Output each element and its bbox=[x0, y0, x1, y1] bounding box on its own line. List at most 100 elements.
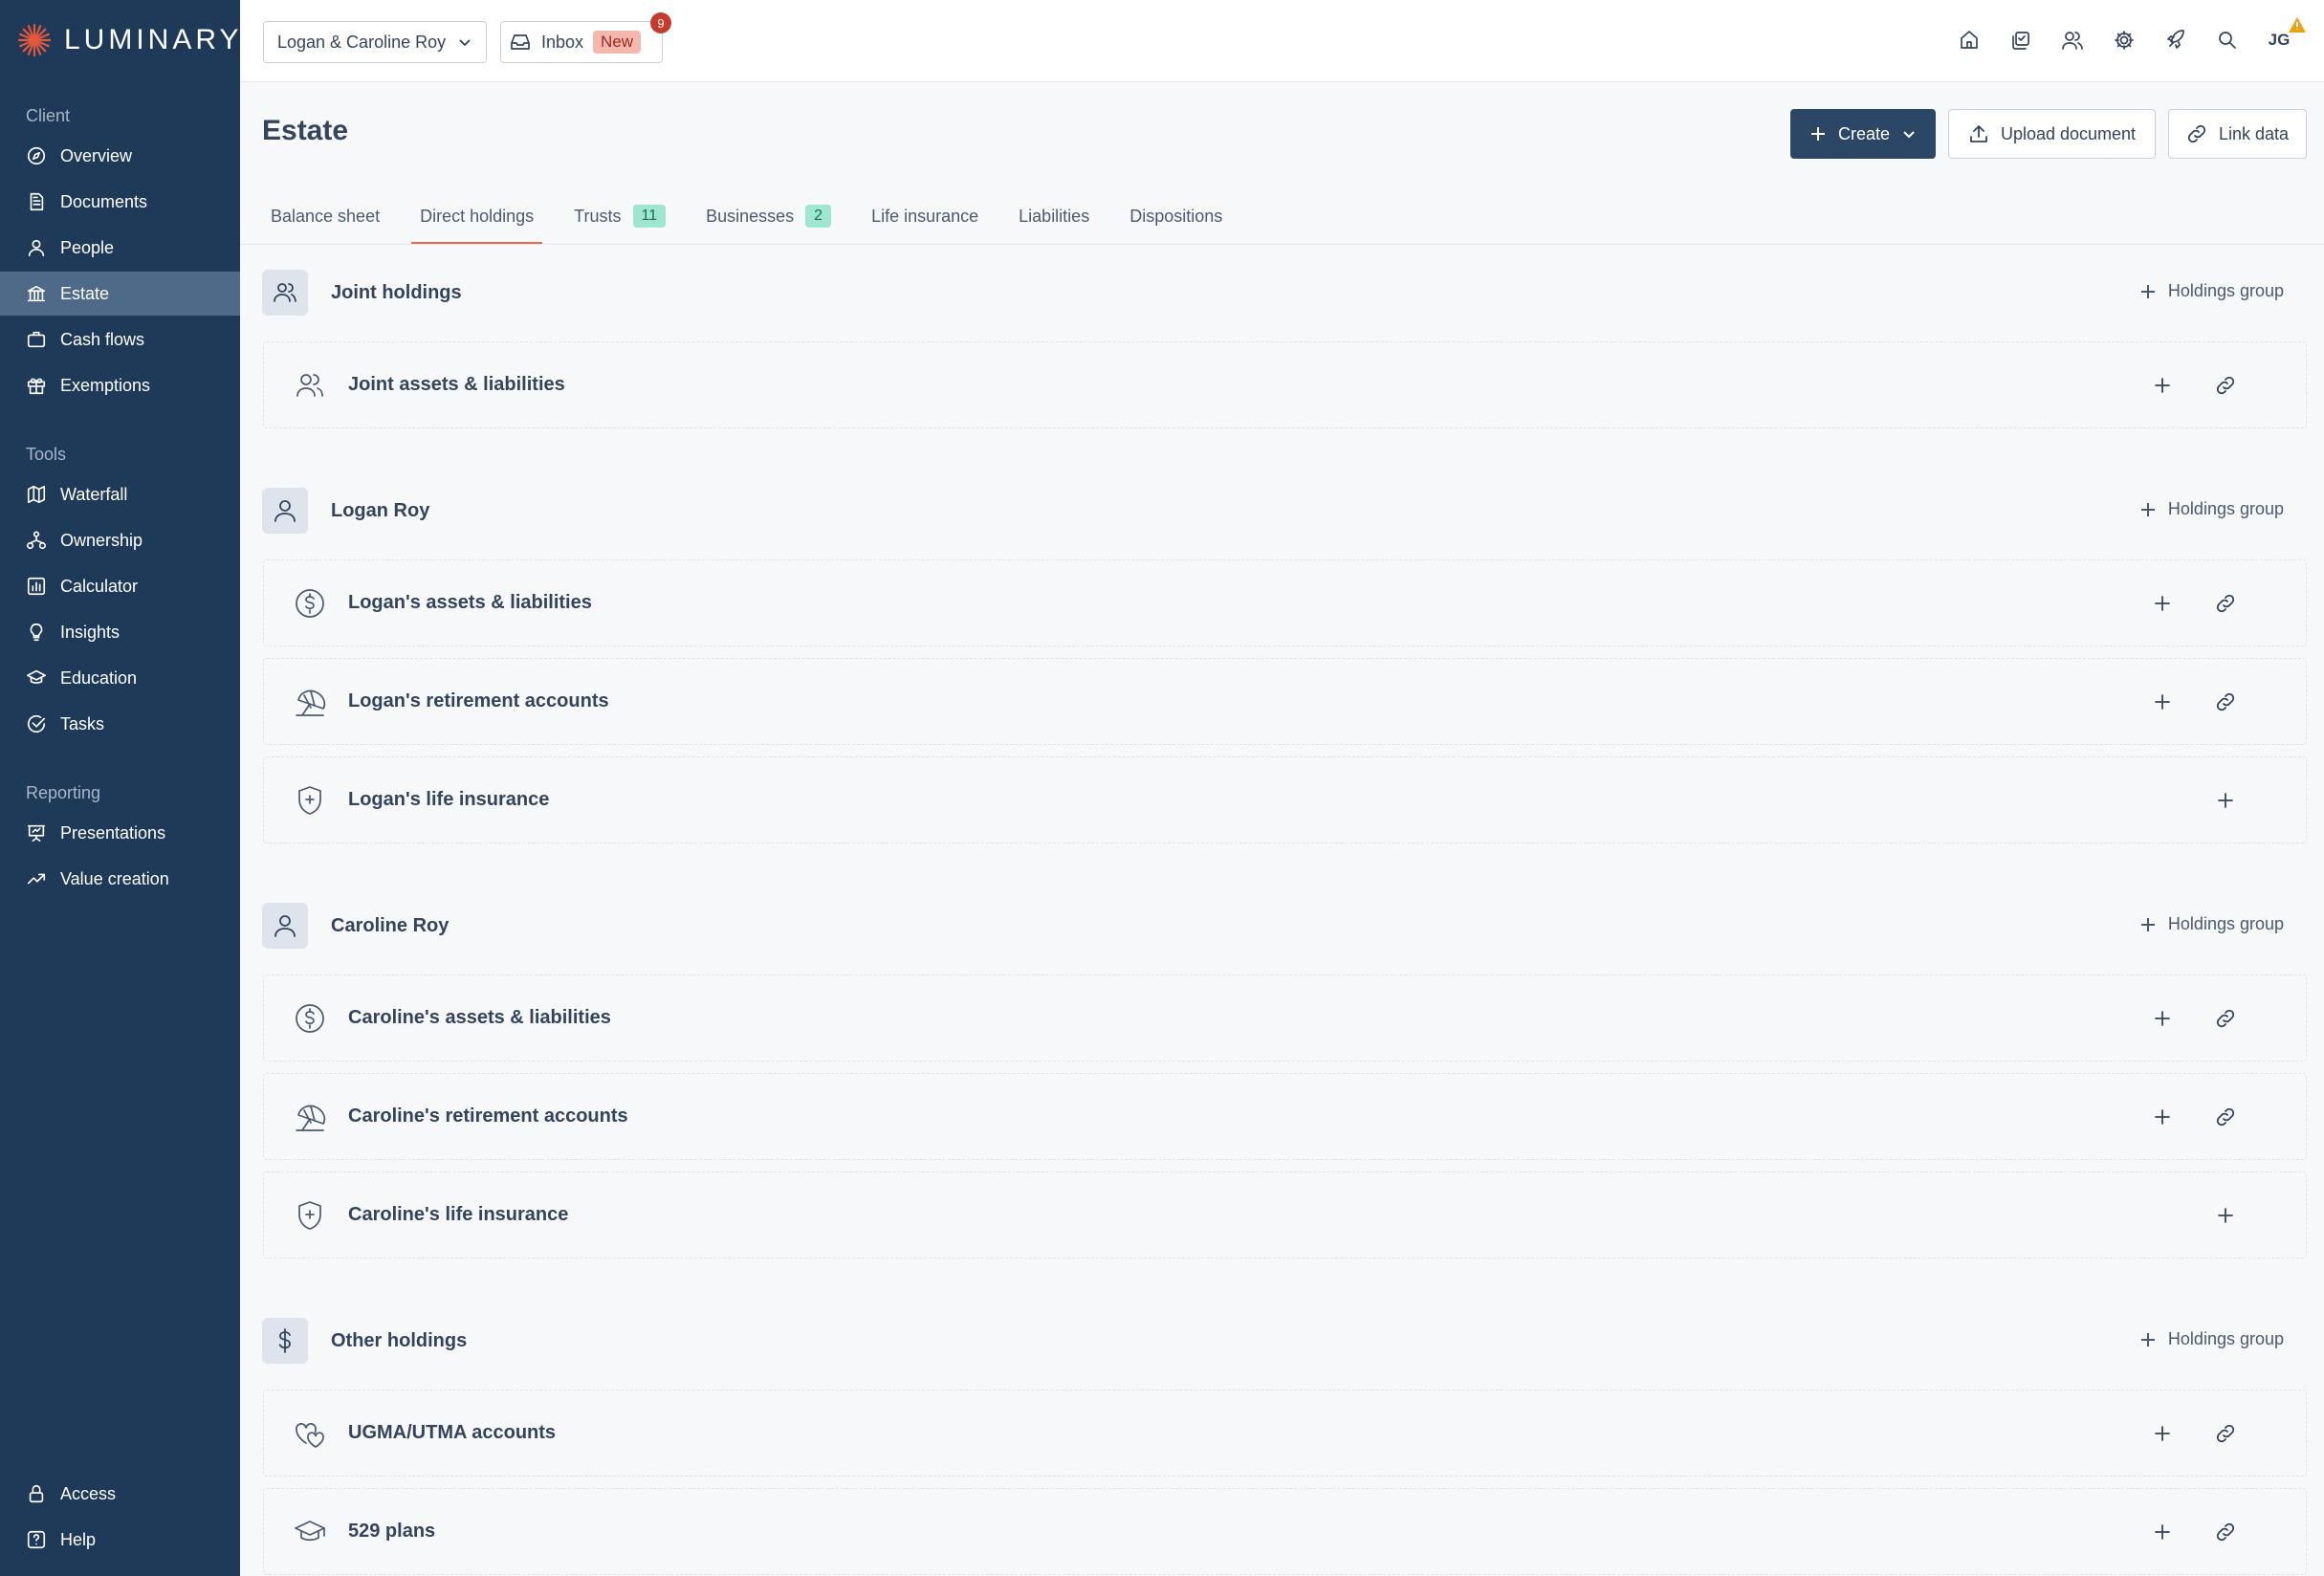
tab-dispositions[interactable]: Dispositions bbox=[1121, 187, 1231, 245]
new-badge: New bbox=[593, 31, 642, 54]
sidebar-item-label: Insights bbox=[60, 622, 121, 642]
sidebar-item-label: Calculator bbox=[60, 576, 139, 596]
inbox-icon bbox=[509, 31, 532, 54]
holding-card[interactable]: UGMA/UTMA accounts bbox=[263, 1390, 2307, 1477]
count-badge: 2 bbox=[805, 205, 832, 228]
add-icon[interactable] bbox=[2149, 1420, 2176, 1447]
luminary-logo[interactable]: LUMINARY bbox=[16, 21, 242, 59]
holding-card[interactable]: Caroline's assets & liabilities bbox=[263, 974, 2307, 1062]
sunburst-icon bbox=[17, 23, 52, 57]
sidebar-item-help[interactable]: Help bbox=[0, 1518, 240, 1562]
link-icon[interactable] bbox=[2212, 1005, 2239, 1032]
link-icon[interactable] bbox=[2212, 1420, 2239, 1447]
holding-card[interactable]: 529 plans bbox=[263, 1488, 2307, 1575]
holding-card[interactable]: Joint assets & liabilities bbox=[263, 341, 2307, 428]
avatar[interactable]: JG bbox=[2263, 17, 2306, 56]
holding-card[interactable]: Logan's retirement accounts bbox=[263, 658, 2307, 745]
sidebar-item-access[interactable]: Access bbox=[0, 1472, 240, 1516]
people-icon[interactable] bbox=[2056, 24, 2089, 56]
card-title: Caroline's assets & liabilities bbox=[348, 1007, 611, 1028]
tab-label: Direct holdings bbox=[420, 206, 535, 226]
sidebar-item-tasks[interactable]: Tasks bbox=[0, 702, 240, 746]
group-name: Joint holdings bbox=[331, 281, 462, 303]
sidebar-item-education[interactable]: Education bbox=[0, 656, 240, 700]
card-title: Caroline's retirement accounts bbox=[348, 1105, 628, 1127]
sidebar-item-label: People bbox=[60, 237, 115, 257]
sidebar-item-people[interactable]: People bbox=[0, 226, 240, 270]
inbox-label: Inbox bbox=[541, 32, 584, 52]
chevron-down-icon bbox=[457, 34, 472, 50]
rocket-icon[interactable] bbox=[2160, 24, 2192, 56]
sidebar-item-estate[interactable]: Estate bbox=[0, 272, 240, 316]
add-holdings-group-button[interactable]: Holdings group bbox=[2139, 281, 2284, 301]
tasks-icon[interactable] bbox=[2005, 24, 2037, 56]
sidebar-item-label: Waterfall bbox=[60, 484, 128, 504]
gear-icon[interactable] bbox=[2108, 24, 2140, 56]
shield-plus-icon bbox=[293, 783, 327, 818]
tab-label: Life insurance bbox=[871, 206, 979, 226]
compass-icon bbox=[26, 145, 47, 166]
plus-icon bbox=[1809, 125, 1827, 142]
add-icon[interactable] bbox=[2212, 1202, 2239, 1229]
warning-icon bbox=[2289, 17, 2306, 33]
sidebar-item-label: Exemptions bbox=[60, 375, 151, 395]
hearts-icon bbox=[293, 1416, 327, 1451]
sidebar-item-value-creation[interactable]: Value creation bbox=[0, 857, 240, 901]
add-icon[interactable] bbox=[2149, 1005, 2176, 1032]
shield-plus-icon bbox=[293, 1198, 327, 1233]
holding-card[interactable]: Logan's life insurance bbox=[263, 756, 2307, 843]
inbox-button[interactable]: Inbox New 9 bbox=[500, 12, 671, 63]
add-icon[interactable] bbox=[2149, 1519, 2176, 1545]
card-title: Logan's life insurance bbox=[348, 789, 550, 810]
tab-life-insurance[interactable]: Life insurance bbox=[863, 187, 987, 245]
section-label-client: Client bbox=[26, 106, 71, 125]
sidebar-item-waterfall[interactable]: Waterfall bbox=[0, 472, 240, 516]
search-icon[interactable] bbox=[2211, 24, 2244, 56]
holding-card[interactable]: Caroline's life insurance bbox=[263, 1171, 2307, 1259]
add-holdings-group-button[interactable]: Holdings group bbox=[2139, 499, 2284, 519]
dollar-circle-icon bbox=[293, 586, 327, 621]
upload-document-button[interactable]: Upload document bbox=[1948, 109, 2156, 159]
sidebar-item-overview[interactable]: Overview bbox=[0, 134, 240, 178]
add-icon[interactable] bbox=[2149, 372, 2176, 399]
link-icon[interactable] bbox=[2212, 689, 2239, 715]
link-icon[interactable] bbox=[2212, 1104, 2239, 1130]
client-select[interactable]: Logan & Caroline Roy bbox=[263, 21, 487, 63]
link-icon[interactable] bbox=[2212, 1519, 2239, 1545]
holdings-group-label: Holdings group bbox=[2167, 499, 2284, 518]
sidebar-item-documents[interactable]: Documents bbox=[0, 180, 240, 224]
sidebar-item-label: Ownership bbox=[60, 530, 143, 550]
holdings-group-label: Holdings group bbox=[2167, 1329, 2284, 1348]
add-holdings-group-button[interactable]: Holdings group bbox=[2139, 1329, 2284, 1349]
holding-card[interactable]: Caroline's retirement accounts bbox=[263, 1073, 2307, 1160]
create-button[interactable]: Create bbox=[1790, 109, 1936, 159]
tab-label: Liabilities bbox=[1019, 206, 1090, 226]
add-icon[interactable] bbox=[2212, 787, 2239, 814]
sidebar-item-calculator[interactable]: Calculator bbox=[0, 564, 240, 608]
tab-balance-sheet[interactable]: Balance sheet bbox=[262, 187, 388, 245]
tab-liabilities[interactable]: Liabilities bbox=[1010, 187, 1098, 245]
link-icon[interactable] bbox=[2212, 372, 2239, 399]
person-icon bbox=[262, 488, 308, 534]
card-title: Logan's assets & liabilities bbox=[348, 592, 592, 613]
sidebar-item-ownership[interactable]: Ownership bbox=[0, 518, 240, 562]
gift-icon bbox=[26, 375, 47, 396]
add-holdings-group-button[interactable]: Holdings group bbox=[2139, 914, 2284, 934]
holdings-group-label: Holdings group bbox=[2167, 914, 2284, 933]
tab-trusts[interactable]: Trusts 11 bbox=[565, 187, 674, 245]
dollar-icon bbox=[262, 1318, 308, 1364]
sidebar-item-presentations[interactable]: Presentations bbox=[0, 811, 240, 855]
add-icon[interactable] bbox=[2149, 590, 2176, 617]
add-icon[interactable] bbox=[2149, 689, 2176, 715]
tab-direct-holdings[interactable]: Direct holdings bbox=[411, 187, 543, 245]
add-icon[interactable] bbox=[2149, 1104, 2176, 1130]
link-data-button[interactable]: Link data bbox=[2168, 109, 2307, 159]
sidebar-item-insights[interactable]: Insights bbox=[0, 610, 240, 654]
tab-businesses[interactable]: Businesses 2 bbox=[697, 187, 840, 245]
sidebar-item-cash-flows[interactable]: Cash flows bbox=[0, 317, 240, 361]
home-icon[interactable] bbox=[1953, 24, 1985, 56]
sidebar-item-label: Cash flows bbox=[60, 329, 145, 349]
link-icon[interactable] bbox=[2212, 590, 2239, 617]
holding-card[interactable]: Logan's assets & liabilities bbox=[263, 559, 2307, 646]
sidebar-item-exemptions[interactable]: Exemptions bbox=[0, 363, 240, 407]
